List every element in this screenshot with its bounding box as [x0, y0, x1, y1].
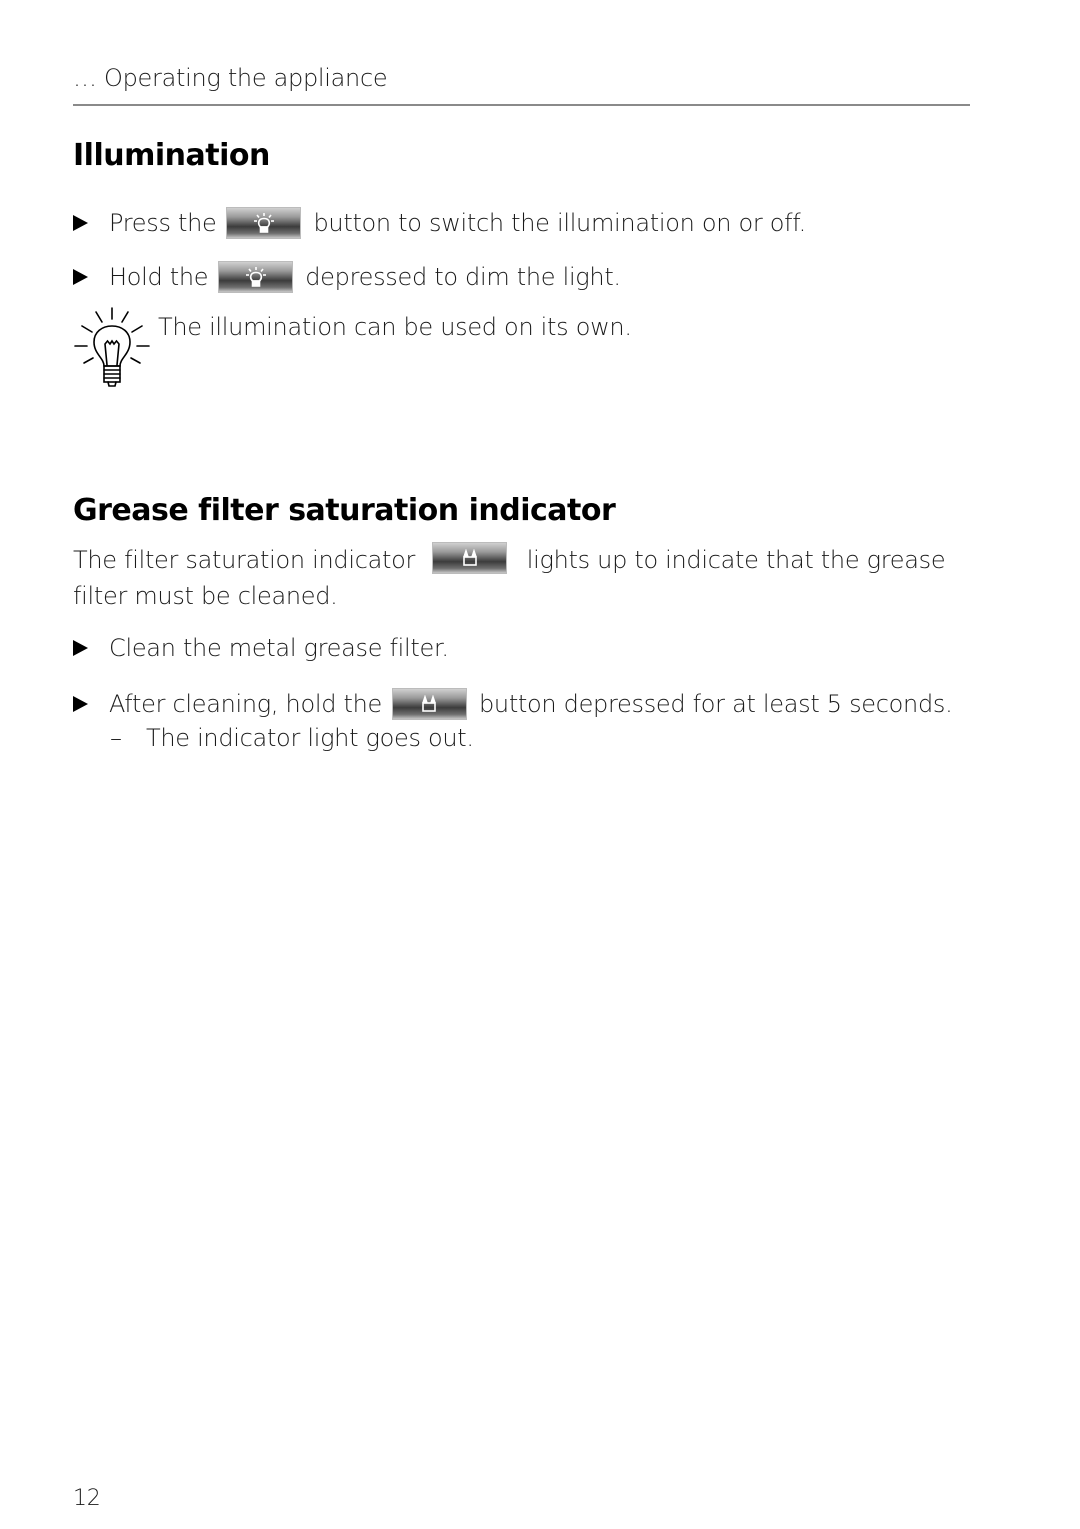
grease-filter-step-1: Clean the metal grease filter. — [73, 634, 449, 662]
step-text-after: button to switch the illumination on or … — [313, 209, 807, 237]
step-text-after: button depressed for at least 5 seconds. — [478, 690, 953, 718]
grease-filter-icon — [463, 549, 477, 566]
illumination-step-1: Press the button to switch the illuminat… — [73, 207, 806, 239]
light-bulb-icon — [245, 267, 266, 287]
page-number: 12 — [73, 1486, 101, 1511]
illumination-heading: Illumination — [73, 138, 270, 173]
grease-filter-result: – The indicator light goes out. — [110, 724, 474, 752]
grease-filter-heading: Grease filter saturation indicator — [73, 493, 616, 528]
running-header: … Operating the appliance — [73, 64, 388, 92]
step-arrow-icon — [73, 696, 88, 712]
grease-filter-button[interactable] — [391, 688, 467, 720]
illumination-step-2: Hold the depressed to dim the light. — [73, 261, 621, 293]
grease-filter-intro: The filter saturation indicator lights u… — [73, 542, 973, 614]
step-arrow-icon — [73, 269, 88, 285]
note-text: The illumination can be used on its own. — [158, 313, 632, 341]
light-bulb-icon — [253, 213, 274, 233]
header-divider — [73, 104, 970, 106]
step-arrow-icon — [73, 640, 88, 656]
step-text-before: Press the — [109, 209, 217, 237]
intro-text-before: The filter saturation indicator — [73, 546, 416, 574]
tip-light-bulb-icon — [74, 307, 150, 387]
step-text-after: depressed to dim the light. — [305, 263, 621, 291]
step-arrow-icon — [73, 215, 88, 231]
result-text: The indicator light goes out. — [146, 724, 474, 752]
grease-filter-indicator — [432, 542, 508, 574]
grease-filter-icon — [422, 695, 437, 712]
step-text-before: Hold the — [109, 263, 209, 291]
result-dash: – — [110, 724, 122, 752]
light-button[interactable] — [226, 207, 302, 239]
grease-filter-step-2: After cleaning, hold the button depresse… — [73, 688, 953, 720]
step-text: Clean the metal grease filter. — [109, 634, 449, 662]
step-text-before: After cleaning, hold the — [109, 690, 382, 718]
light-button[interactable] — [218, 261, 294, 293]
